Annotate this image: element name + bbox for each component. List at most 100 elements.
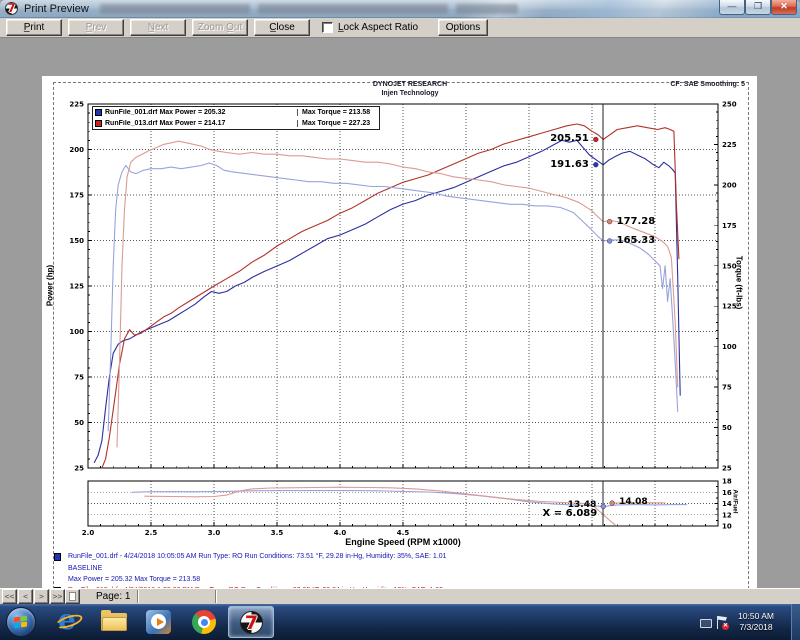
tray-display-icon[interactable] bbox=[700, 619, 712, 628]
page-number-label: Page: 1 bbox=[96, 591, 130, 602]
run-info-baseline: RunFile_001.drf - 4/24/2018 10:05:05 AM … bbox=[54, 551, 447, 586]
redacted-title-text bbox=[100, 4, 250, 14]
window-title: Print Preview bbox=[24, 3, 89, 15]
cursor-marker-dot bbox=[607, 219, 612, 224]
svg-text:75: 75 bbox=[74, 374, 84, 382]
svg-text:14: 14 bbox=[722, 500, 732, 508]
svg-text:125: 125 bbox=[69, 283, 84, 291]
next-page-button[interactable]: > bbox=[34, 589, 49, 604]
svg-text:25: 25 bbox=[722, 465, 732, 473]
svg-text:150: 150 bbox=[69, 237, 84, 245]
page-layout-button[interactable] bbox=[65, 589, 80, 604]
dynojet-app-icon: 7 bbox=[5, 2, 18, 15]
svg-text:2.0: 2.0 bbox=[82, 529, 95, 537]
restore-button[interactable]: ❐ bbox=[745, 0, 771, 15]
cursor-marker-dot bbox=[607, 239, 612, 244]
svg-text:3.5: 3.5 bbox=[271, 529, 284, 537]
svg-text:200: 200 bbox=[69, 146, 84, 154]
zoom-out-button[interactable]: Zoom O̲ut bbox=[192, 19, 248, 36]
curve-runfile-013-a-f bbox=[145, 487, 616, 525]
show-desktop-button[interactable] bbox=[791, 604, 800, 640]
next-button[interactable]: N̲ext bbox=[130, 19, 186, 36]
torque-axis-label: Torque (ft-lbs) bbox=[735, 243, 744, 323]
engine-speed-axis-label: Engine Speed (RPM x1000) bbox=[303, 537, 503, 547]
svg-text:100: 100 bbox=[722, 343, 737, 351]
close-window-button[interactable]: ✕ bbox=[771, 0, 797, 15]
options-button[interactable]: Options bbox=[438, 19, 488, 36]
legend-swatch-blue bbox=[95, 109, 102, 116]
svg-text:175: 175 bbox=[69, 192, 84, 200]
lock-aspect-ratio-label: L̲ock Aspect Ratio bbox=[338, 22, 418, 33]
cursor-value-label: 205.51 bbox=[550, 133, 589, 144]
run-max-line: Max Power = 205.32 Max Torque = 213.58 bbox=[68, 574, 447, 586]
run-color-swatch bbox=[54, 553, 61, 561]
svg-text:16: 16 bbox=[722, 489, 732, 497]
document-icon bbox=[69, 592, 76, 601]
legend-torque: Max Torque = 213.58 bbox=[297, 109, 370, 116]
svg-text:225: 225 bbox=[722, 141, 737, 149]
svg-text:100: 100 bbox=[69, 328, 84, 336]
run-name-line: BASELINE bbox=[68, 563, 447, 575]
svg-text:12: 12 bbox=[722, 511, 732, 519]
svg-text:25: 25 bbox=[74, 465, 84, 473]
cursor-value-label: 165.33 bbox=[617, 235, 656, 246]
statusbar-divider bbox=[215, 590, 217, 603]
prev-button[interactable]: P̲rev bbox=[68, 19, 124, 36]
statusbar: << < > >> Page: 1 bbox=[0, 588, 800, 604]
taskbar: e 7 ✕ 10:50 AM 7/3/2018 bbox=[0, 604, 800, 640]
toolbar: P̲rint P̲rev N̲ext Zoom O̲ut C̲lose L̲oc… bbox=[0, 18, 800, 38]
legend-torque: Max Torque = 227.23 bbox=[297, 120, 370, 127]
cursor-value-label: 14.08 bbox=[619, 497, 647, 507]
svg-text:50: 50 bbox=[722, 424, 732, 432]
airfuel-axis-label: Air/Fuel bbox=[732, 477, 739, 527]
svg-text:4.5: 4.5 bbox=[397, 529, 410, 537]
titlebar[interactable]: 7 Print Preview — ❐ ✕ bbox=[0, 0, 800, 18]
svg-text:50: 50 bbox=[74, 419, 84, 427]
cursor-value-label: 177.28 bbox=[617, 216, 656, 227]
clock-time: 10:50 AM bbox=[726, 611, 786, 622]
svg-text:250: 250 bbox=[722, 101, 737, 109]
svg-text:175: 175 bbox=[722, 222, 737, 230]
statusbar-divider bbox=[137, 590, 139, 603]
redacted-title-text bbox=[258, 4, 448, 14]
svg-text:10: 10 bbox=[722, 523, 732, 531]
svg-text:3.0: 3.0 bbox=[208, 529, 221, 537]
prev-page-button[interactable]: < bbox=[18, 589, 33, 604]
cursor-marker-dot bbox=[610, 501, 615, 506]
svg-text:18: 18 bbox=[722, 478, 732, 486]
last-page-button[interactable]: >> bbox=[50, 589, 65, 604]
chart-legend: RunFile_001.drf Max Power = 205.32 Max T… bbox=[92, 106, 380, 130]
minimize-button[interactable]: — bbox=[719, 0, 745, 15]
internet-explorer-icon[interactable]: e bbox=[56, 609, 84, 635]
windows-explorer-icon[interactable] bbox=[100, 609, 128, 635]
svg-text:4.0: 4.0 bbox=[334, 529, 347, 537]
redacted-title-text bbox=[456, 4, 518, 14]
print-preview-area: DYNOJET RESEARCH Injen Technology CF: SA… bbox=[0, 38, 800, 588]
legend-swatch-red bbox=[95, 120, 102, 127]
legend-row: RunFile_013.drf Max Power = 214.17 Max T… bbox=[93, 118, 379, 129]
svg-text:225: 225 bbox=[69, 101, 84, 109]
tray-clock[interactable]: 10:50 AM 7/3/2018 bbox=[726, 611, 786, 633]
legend-file-power: RunFile_001.drf Max Power = 205.32 bbox=[105, 109, 297, 116]
lock-aspect-ratio-checkbox[interactable] bbox=[322, 22, 333, 33]
legend-row: RunFile_001.drf Max Power = 205.32 Max T… bbox=[93, 107, 379, 118]
cursor-x-value-label: X = 6.089 bbox=[543, 508, 598, 519]
svg-text:200: 200 bbox=[722, 181, 737, 189]
cursor-marker-dot bbox=[593, 137, 598, 142]
close-button[interactable]: C̲lose bbox=[254, 19, 310, 36]
cursor-marker-dot bbox=[601, 504, 606, 509]
preview-page: DYNOJET RESEARCH Injen Technology CF: SA… bbox=[42, 76, 757, 626]
start-button[interactable] bbox=[6, 607, 36, 637]
windows-media-player-icon[interactable] bbox=[145, 609, 173, 635]
svg-text:2.5: 2.5 bbox=[145, 529, 158, 537]
svg-text:75: 75 bbox=[722, 384, 732, 392]
run-conditions-line: RunFile_001.drf - 4/24/2018 10:05:05 AM … bbox=[68, 551, 447, 563]
cursor-marker-dot bbox=[593, 162, 598, 167]
cursor-value-label: 191.63 bbox=[550, 159, 589, 170]
taskbar-dynojet-winpep-button[interactable]: 7 bbox=[228, 606, 274, 638]
action-center-flag-icon bbox=[717, 616, 718, 629]
chrome-icon[interactable] bbox=[190, 609, 218, 635]
dynojet-checkered-icon: 7 bbox=[240, 611, 263, 634]
print-button[interactable]: P̲rint bbox=[6, 19, 62, 36]
first-page-button[interactable]: << bbox=[2, 589, 17, 604]
